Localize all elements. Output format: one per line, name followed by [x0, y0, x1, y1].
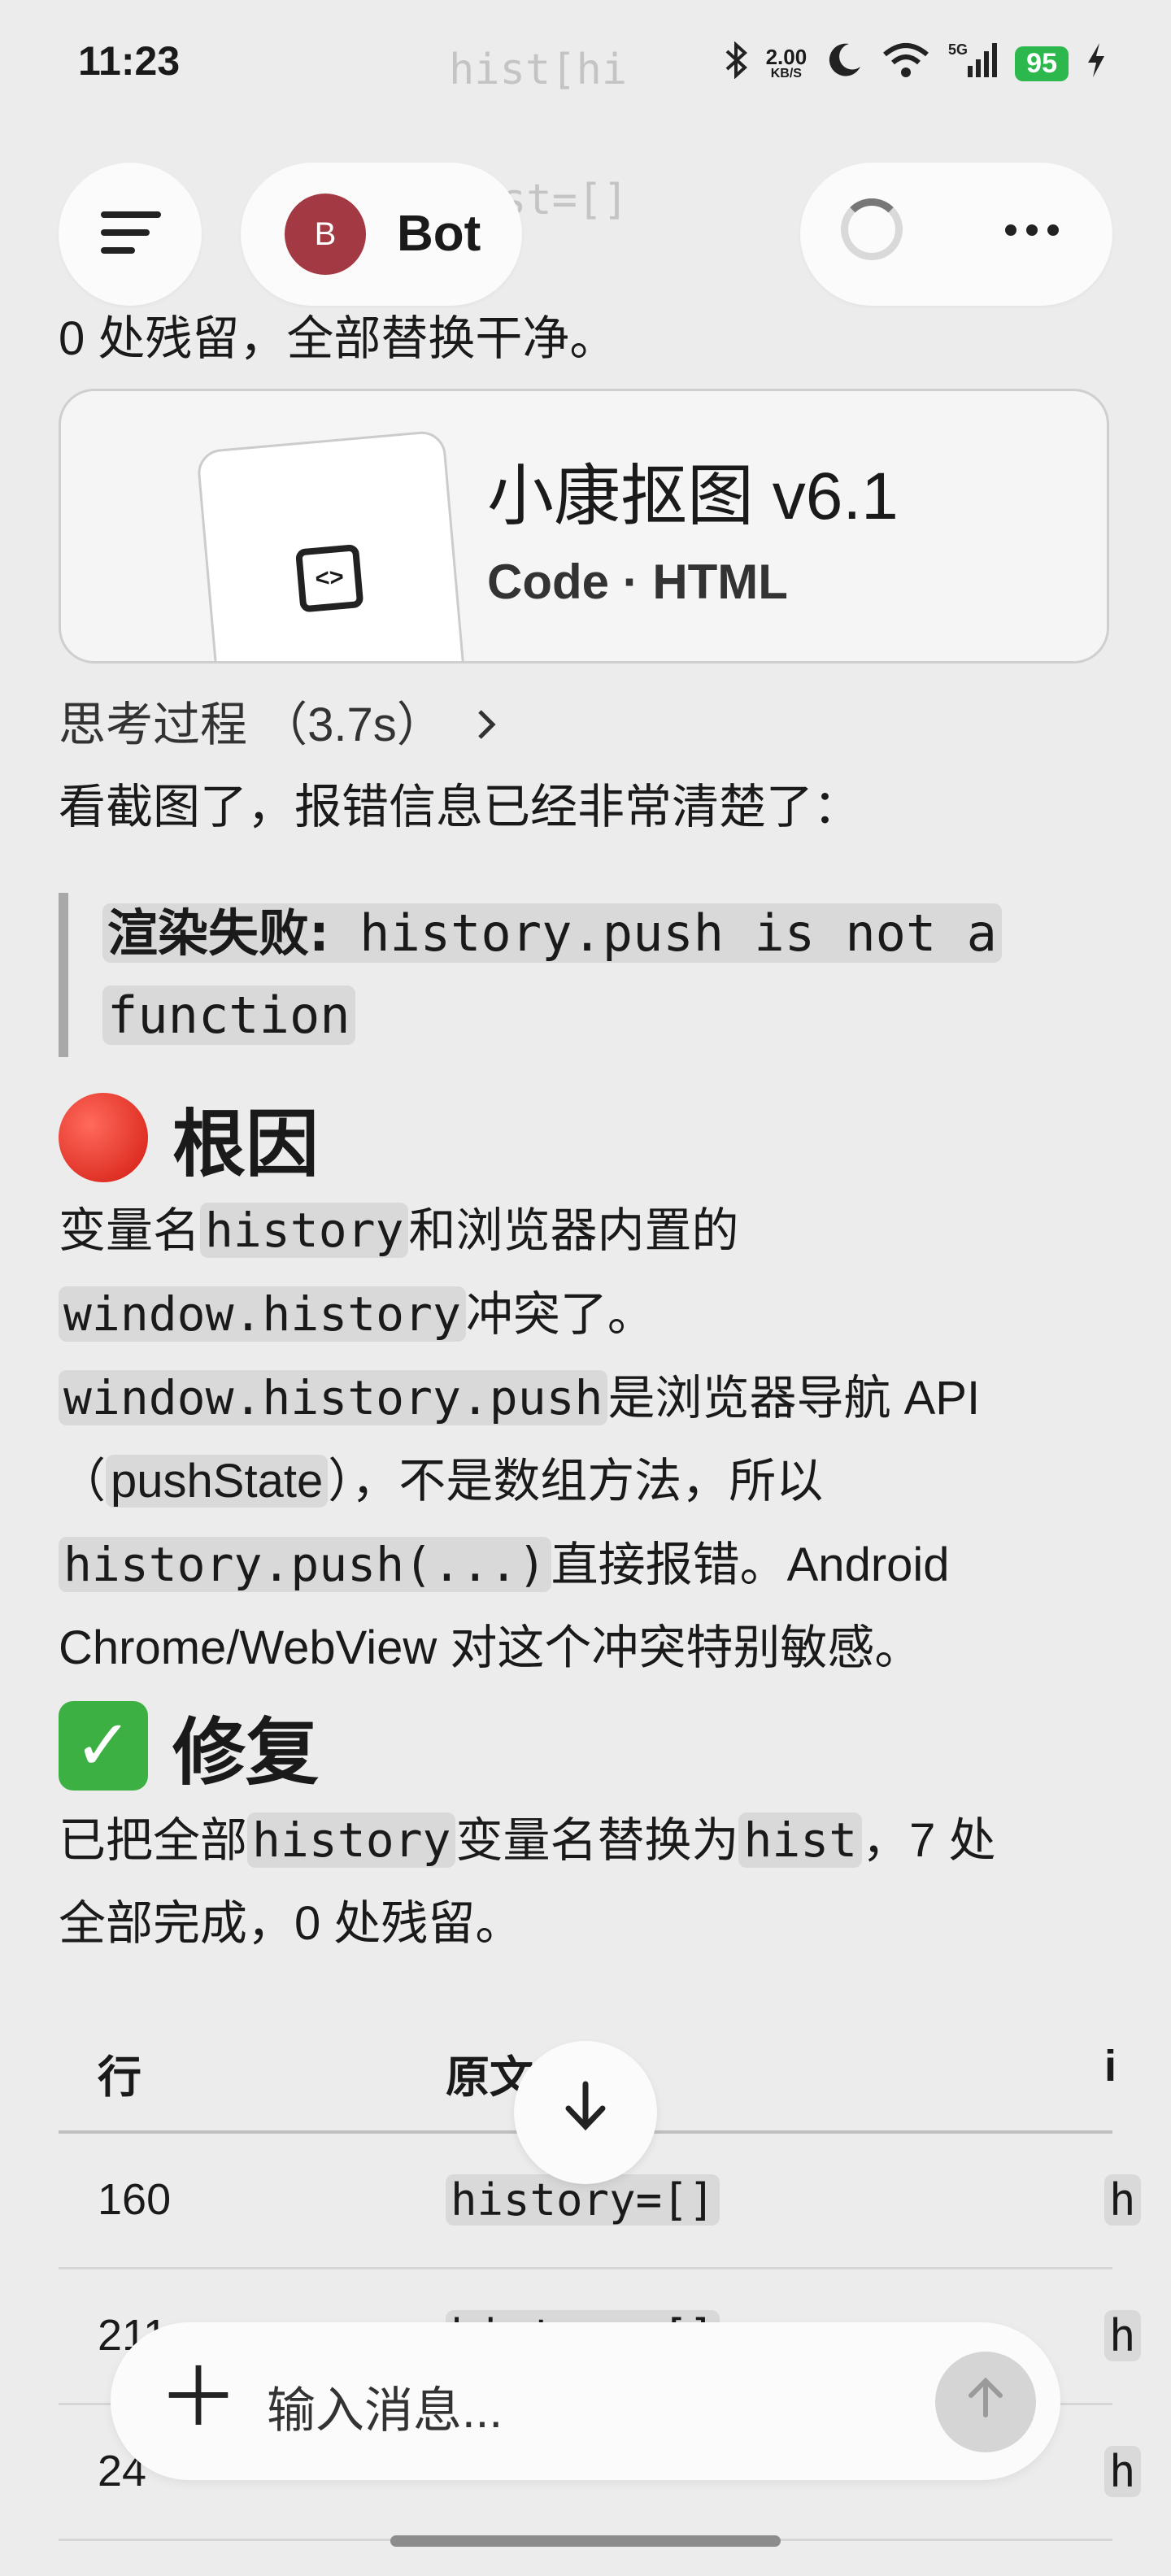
table-cell: 160 [98, 2175, 172, 2224]
more-options-icon[interactable] [1005, 224, 1059, 236]
bot-selector[interactable]: B Bot [241, 163, 522, 306]
message-input[interactable]: 输入消息... [267, 2371, 503, 2442]
avatar: B [285, 194, 366, 275]
bot-name: Bot [397, 206, 481, 262]
table-header-cell: i [1104, 2042, 1117, 2091]
charging-icon [1086, 41, 1106, 85]
red-circle-icon [59, 1093, 148, 1182]
check-mark-icon: ✓ [59, 1701, 148, 1791]
fix-paragraph: 已把全部 history 变量名替换为 hist ，7 处 全部完成，0 处残留。 [59, 1812, 996, 1950]
table-cell: h [1104, 2174, 1141, 2226]
section-heading-fix: ✓ 修复 [59, 1693, 319, 1799]
add-attachment-icon[interactable]: ＋ [158, 2353, 239, 2443]
table-header-cell: 行 [98, 2053, 141, 2102]
signal-icon: 5G [948, 41, 998, 85]
menu-button[interactable] [59, 163, 202, 306]
home-indicator[interactable] [390, 2535, 781, 2547]
wifi-icon [882, 41, 930, 85]
arrow-down-icon [557, 2075, 614, 2150]
status-time: 11:23 [78, 38, 181, 84]
menu-icon [101, 211, 161, 265]
svg-text:5G: 5G [948, 41, 968, 58]
section-heading-root-cause: 根因 [59, 1085, 319, 1190]
moon-icon [825, 41, 864, 86]
code-file-icon: <> [294, 544, 364, 613]
status-icons: 2.00 KB/S 5G 95 [724, 39, 1106, 88]
net-speed: 2.00 KB/S [765, 45, 808, 80]
table-cell: h [1104, 2310, 1141, 2361]
loading-spinner-icon [841, 198, 903, 260]
message-text: 看截图了，报错信息已经非常清楚了： [59, 781, 861, 833]
thinking-label: 思考过程 （3.7s） [59, 698, 444, 751]
header-actions [800, 163, 1112, 306]
bluetooth-icon [724, 41, 748, 85]
arrow-up-icon [963, 2374, 1008, 2430]
message-composer: ＋ 输入消息... [111, 2322, 1060, 2480]
faded-code-text: hist[hi [449, 46, 628, 94]
thinking-toggle[interactable]: 思考过程 （3.7s） [59, 686, 496, 755]
battery-indicator: 95 [1015, 46, 1069, 81]
artifact-title: 小康抠图 v6.1 [487, 459, 899, 533]
message-text: 0 处残留，全部替换干净。 [59, 312, 617, 365]
send-button[interactable] [935, 2352, 1036, 2452]
artifact-card[interactable]: <> 小康抠图 v6.1 Code · HTML [59, 389, 1109, 664]
table-cell: h [1104, 2446, 1141, 2497]
scroll-to-bottom-button[interactable] [514, 2041, 657, 2184]
artifact-subtitle: Code · HTML [487, 555, 788, 609]
chevron-right-icon [477, 698, 496, 752]
error-blockquote: 渲染失败: history.push is not a function [59, 893, 1099, 1057]
root-cause-paragraph: 变量名 history 和浏览器内置的 window.history 冲突了。 win… [59, 1203, 981, 1674]
artifact-preview: <> [195, 429, 468, 661]
